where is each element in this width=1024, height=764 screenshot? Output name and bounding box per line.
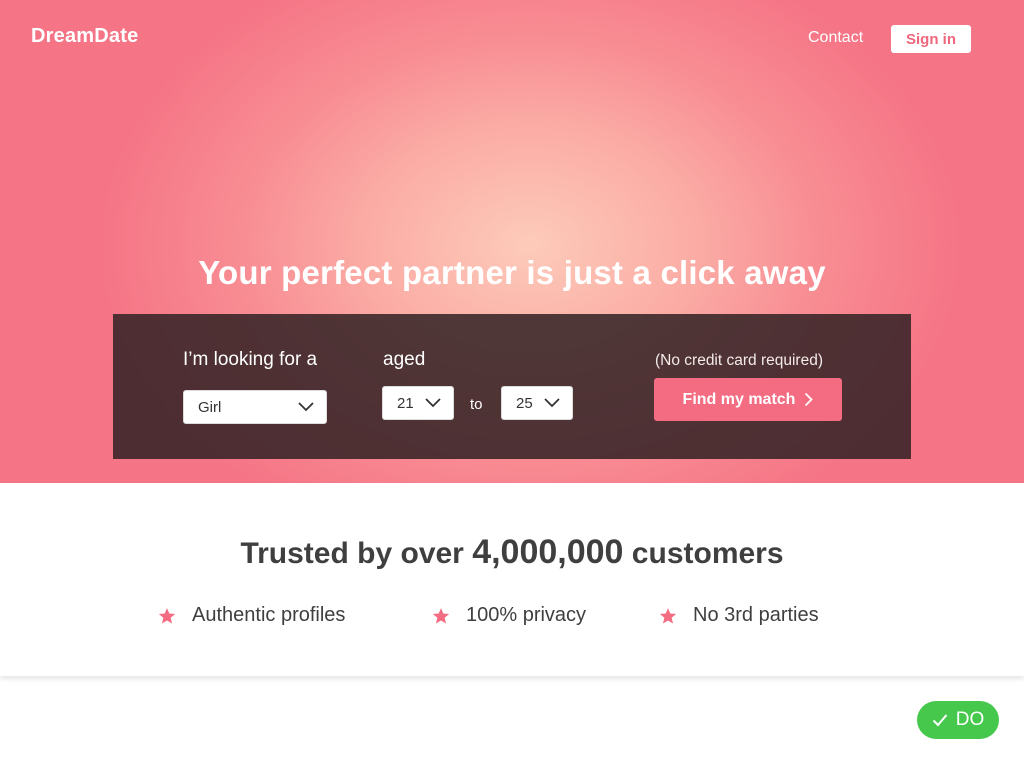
chevron-down-icon <box>544 398 560 408</box>
feature-label: 100% privacy <box>466 604 587 626</box>
trust-heading: Trusted by over 4,000,000 customers <box>0 533 1024 572</box>
age-max-value: 25 <box>516 394 533 412</box>
feature-item: Authentic profiles <box>158 604 345 627</box>
star-icon <box>158 607 176 623</box>
feature-item: No 3rd parties <box>659 604 819 627</box>
chevron-right-icon <box>805 392 814 407</box>
sign-in-button[interactable]: Sign in <box>891 25 971 53</box>
trust-section: Trusted by over 4,000,000 customers Auth… <box>0 483 1024 676</box>
find-my-match-label: Find my match <box>682 390 796 408</box>
logo[interactable]: DreamDate <box>31 25 138 48</box>
star-icon <box>432 607 450 623</box>
hero-headline: Your perfect partner is just a click awa… <box>198 254 826 291</box>
star-icon <box>659 607 677 623</box>
chevron-down-icon <box>425 398 441 408</box>
contact-link[interactable]: Contact <box>808 29 863 47</box>
hero-section: DreamDate Contact Sign in Your perfect p… <box>0 0 1024 483</box>
feature-label: Authentic profiles <box>192 604 346 626</box>
page: DreamDate Contact Sign in Your perfect p… <box>0 0 1024 764</box>
gender-select[interactable]: Girl <box>183 390 327 424</box>
do-badge-label: DO <box>955 709 985 730</box>
trust-heading-prefix: Trusted by over <box>240 537 473 570</box>
do-badge: DO <box>917 701 999 739</box>
age-max-select[interactable]: 25 <box>501 386 573 420</box>
trust-heading-suffix: customers <box>623 537 784 570</box>
feature-item: 100% privacy <box>432 604 586 627</box>
find-my-match-button[interactable]: Find my match <box>654 378 842 421</box>
looking-for-label: I’m looking for a <box>183 349 318 370</box>
age-to-label: to <box>470 396 483 413</box>
search-panel: I’m looking for a Girl aged 21 to 25 (No… <box>113 314 911 459</box>
customer-count: 4,000,000 <box>472 533 624 571</box>
age-min-value: 21 <box>397 394 414 412</box>
gender-select-value: Girl <box>198 398 222 416</box>
feature-label: No 3rd parties <box>693 604 819 626</box>
check-icon <box>932 714 948 727</box>
no-credit-card-note: (No credit card required) <box>655 352 823 369</box>
chevron-down-icon <box>298 402 314 412</box>
aged-label: aged <box>383 349 426 370</box>
age-min-select[interactable]: 21 <box>382 386 454 420</box>
